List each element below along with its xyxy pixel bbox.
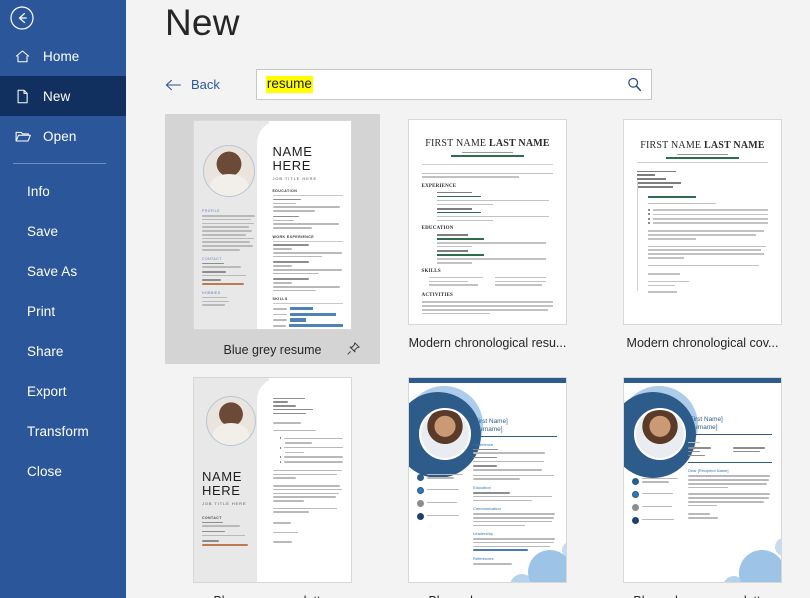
sidebar-item-label: Info xyxy=(27,183,50,199)
sidebar-item-open[interactable]: Open xyxy=(0,116,126,156)
doc-section: Communication xyxy=(473,506,501,512)
template-label-row: Modern chronological cov... xyxy=(595,329,810,357)
back-circle-arrow-icon[interactable] xyxy=(9,5,35,31)
template-thumbnail: FIRST NAME LAST NAME EXPERIENCE EDUCATIO… xyxy=(380,114,595,329)
thumbnail-canvas: PROFILE CONTACT HOBBIES NAME HERE JOB TI… xyxy=(193,120,352,330)
template-thumbnail: [First Name] [Surname] xyxy=(380,372,595,587)
doc-heading-bold: LAST NAME xyxy=(703,139,765,151)
main-content: New Back resume PROFILE CONTACT HOBBIES … xyxy=(126,0,810,598)
sidebar-item-export[interactable]: Export xyxy=(0,371,126,411)
doc-section: ACTIVITIES xyxy=(421,293,454,299)
search-input[interactable]: resume xyxy=(255,69,652,100)
template-label-row: Blue spheres cover letter xyxy=(595,587,810,598)
doc-salutation: Dear [Recipient Name] xyxy=(688,468,729,474)
back-button-label: Back xyxy=(191,77,220,92)
new-document-icon xyxy=(13,87,32,106)
doc-name-line1: [First Name] xyxy=(473,417,508,425)
doc-heading-light: FIRST NAME xyxy=(640,139,702,151)
doc-name-line1: NAME xyxy=(202,468,242,484)
template-card-modern-chronological-resume[interactable]: FIRST NAME LAST NAME EXPERIENCE EDUCATIO… xyxy=(380,114,595,364)
sidebar-nav-top: Home New Open Info Save Save As Print Sh… xyxy=(0,36,126,491)
pin-icon[interactable] xyxy=(346,341,361,359)
sidebar-item-label: Print xyxy=(27,303,56,319)
back-button[interactable]: Back xyxy=(165,77,220,92)
photo-placeholder xyxy=(419,407,471,460)
photo-placeholder xyxy=(206,395,256,446)
doc-name-line2: [Surname] xyxy=(688,423,718,431)
sidebar-item-print[interactable]: Print xyxy=(0,291,126,331)
doc-name-line1: NAME xyxy=(272,144,313,159)
template-label: Modern chronological resu... xyxy=(408,336,567,350)
template-thumbnail: PROFILE CONTACT HOBBIES NAME HERE JOB TI… xyxy=(165,114,380,336)
sidebar-item-label: Export xyxy=(27,383,67,399)
search-row: Back resume xyxy=(165,69,652,100)
doc-section: References xyxy=(473,556,494,562)
template-label-row: Blue spheres resume xyxy=(380,587,595,598)
sidebar-item-info[interactable]: Info xyxy=(0,171,126,211)
template-label-row: Blue grey resume xyxy=(165,336,380,364)
doc-name-line2: HERE xyxy=(272,158,312,173)
template-thumbnail: FIRST NAME LAST NAME xyxy=(595,114,810,329)
template-card-blue-grey-cover-letter[interactable]: NAME HERE JOB TITLE HERE CONTACT xyxy=(165,372,380,598)
sidebar-item-close[interactable]: Close xyxy=(0,451,126,491)
sidebar-item-save-as[interactable]: Save As xyxy=(0,251,126,291)
sidebar-item-save[interactable]: Save xyxy=(0,211,126,251)
sidebar-item-label: Open xyxy=(43,128,77,144)
sidebar-divider xyxy=(13,163,106,164)
search-input-value: resume xyxy=(265,76,313,93)
sidebar-item-label: Transform xyxy=(27,423,89,439)
template-card-blue-spheres-resume[interactable]: [First Name] [Surname] Experience Educat… xyxy=(380,372,595,598)
doc-name-line2: HERE xyxy=(202,482,241,498)
template-label: Blue spheres cover letter xyxy=(633,594,771,598)
doc-name-line1: [First Name] xyxy=(688,415,723,423)
sidebar-item-label: Home xyxy=(43,48,80,64)
template-label-row: Blue grey cover letter xyxy=(165,587,380,598)
thumbnail-canvas: FIRST NAME LAST NAME EXPERIENCE EDUCATIO… xyxy=(408,118,567,325)
doc-section: EDUCATION xyxy=(421,226,454,232)
template-thumbnail: [First Name] [Surname] xyxy=(595,372,810,587)
template-label: Blue grey cover letter xyxy=(213,594,331,598)
template-label: Modern chronological cov... xyxy=(626,336,779,350)
doc-job-title: JOB TITLE HERE xyxy=(202,500,247,506)
arrow-left-icon xyxy=(165,79,182,91)
sidebar-item-share[interactable]: Share xyxy=(0,331,126,371)
doc-section: Leadership xyxy=(473,531,493,537)
template-grid: PROFILE CONTACT HOBBIES NAME HERE JOB TI… xyxy=(165,114,810,598)
word-backstage-new-screen: Home New Open Info Save Save As Print Sh… xyxy=(0,0,810,598)
sidebar-item-transform[interactable]: Transform xyxy=(0,411,126,451)
template-card-modern-chronological-cover[interactable]: FIRST NAME LAST NAME Modern chronologica… xyxy=(595,114,810,364)
doc-section: Education xyxy=(473,485,491,490)
thumbnail-canvas: [First Name] [Surname] xyxy=(408,376,567,583)
sidebar-item-home[interactable]: Home xyxy=(0,36,126,76)
sidebar-item-label: Save As xyxy=(27,263,78,279)
sidebar-item-label: New xyxy=(43,88,71,104)
doc-heading-bold: LAST NAME xyxy=(488,137,550,149)
doc-heading-light: FIRST NAME xyxy=(425,137,487,149)
search-magnifier-icon[interactable] xyxy=(626,70,643,99)
thumbnail-canvas: FIRST NAME LAST NAME xyxy=(623,118,782,325)
open-folder-icon xyxy=(13,127,32,146)
template-card-blue-spheres-cover-letter[interactable]: [First Name] [Surname] Dear [Recipient N… xyxy=(595,372,810,598)
photo-placeholder xyxy=(203,145,255,197)
sidebar-item-new[interactable]: New xyxy=(0,76,126,116)
doc-name-line2: [Surname] xyxy=(473,425,503,433)
doc-section: Experience xyxy=(473,441,494,447)
template-thumbnail: NAME HERE JOB TITLE HERE CONTACT xyxy=(165,372,380,587)
sidebar-item-label: Save xyxy=(27,223,59,239)
template-card-blue-grey-resume[interactable]: PROFILE CONTACT HOBBIES NAME HERE JOB TI… xyxy=(165,114,380,364)
template-label: Blue spheres resume xyxy=(428,594,546,598)
thumbnail-canvas: NAME HERE JOB TITLE HERE CONTACT xyxy=(193,376,352,583)
page-title: New xyxy=(165,2,240,43)
doc-section: EXPERIENCE xyxy=(421,183,457,189)
sidebar-item-label: Share xyxy=(27,343,64,359)
backstage-sidebar: Home New Open Info Save Save As Print Sh… xyxy=(0,0,126,598)
template-label: Blue grey resume xyxy=(223,343,322,357)
thumbnail-canvas: [First Name] [Surname] xyxy=(623,376,782,583)
sidebar-item-label: Close xyxy=(27,463,63,479)
doc-job-title: JOB TITLE HERE xyxy=(272,176,318,181)
home-icon xyxy=(13,47,32,66)
template-label-row: Modern chronological resu... xyxy=(380,329,595,357)
photo-placeholder xyxy=(634,407,686,460)
doc-section: SKILLS xyxy=(421,268,441,274)
